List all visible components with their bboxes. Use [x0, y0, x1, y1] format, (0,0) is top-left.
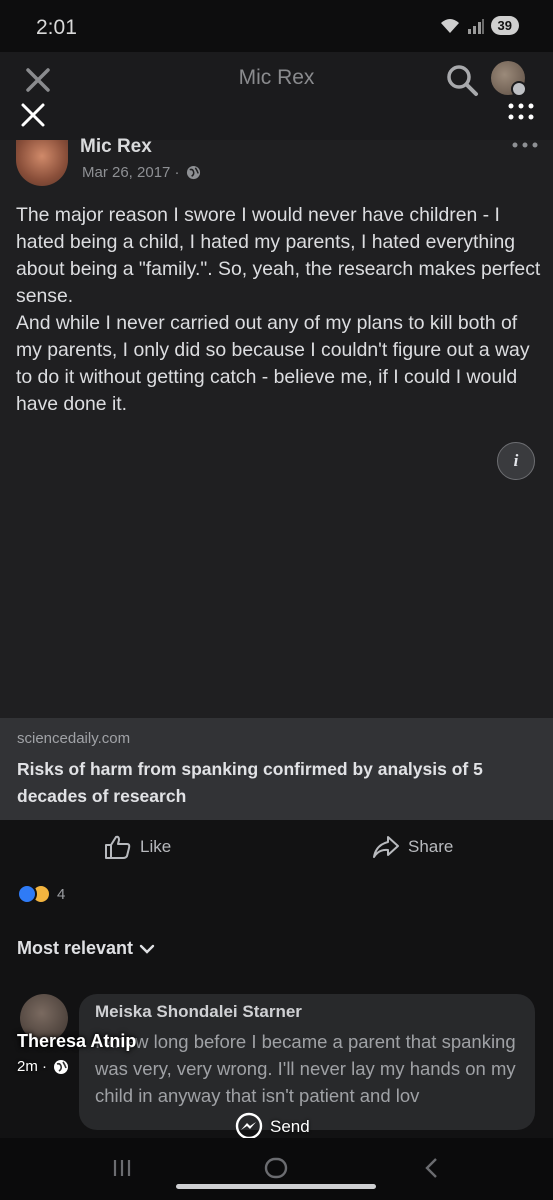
status-time: 2:01 [36, 16, 77, 39]
post-meta: Mar 26, 2017 · [82, 164, 201, 181]
chevron-down-icon [511, 81, 527, 97]
reactions-summary[interactable]: 4 [17, 884, 65, 904]
thumbs-up-icon [105, 835, 131, 859]
system-nav-bar [0, 1138, 553, 1200]
sort-label: Most relevant [17, 938, 134, 958]
share-button[interactable]: Share [372, 834, 453, 860]
screen: 2:01 39 Mic Rex Mic Rex Mar 26, 2017 · T… [0, 0, 553, 1200]
home-icon[interactable] [262, 1156, 290, 1180]
globe-icon [54, 1059, 68, 1074]
status-icons: 39 [439, 16, 519, 35]
post-text: The major reason I swore I would never h… [16, 202, 541, 418]
comment-sort[interactable]: Most relevant [17, 938, 155, 959]
back-icon[interactable] [420, 1156, 444, 1180]
search-icon[interactable] [444, 62, 480, 98]
send-label: Send [270, 1117, 310, 1136]
post: Mic Rex Mar 26, 2017 · The major reason … [0, 136, 553, 820]
like-reaction-icon [17, 884, 37, 904]
action-bar: Like Share [0, 820, 553, 876]
chevron-down-icon [139, 944, 155, 954]
story-close-icon[interactable] [18, 100, 48, 130]
link-title: Risks of harm from spanking confirmed by… [17, 759, 483, 806]
globe-icon [186, 165, 200, 180]
info-button[interactable]: i [497, 442, 535, 480]
recent-apps-icon[interactable] [110, 1156, 134, 1180]
post-paragraph: The major reason I swore I would never h… [16, 204, 541, 307]
post-paragraph: And while I never carried out any of my … [16, 312, 530, 415]
post-date[interactable]: Mar 26, 2017 · [82, 164, 180, 181]
signal-icon [467, 18, 484, 34]
comment-author[interactable]: Meiska Shondalei Starner [95, 1002, 302, 1022]
share-icon [373, 836, 399, 858]
like-button[interactable]: Like [104, 834, 171, 860]
like-label: Like [140, 837, 172, 856]
wifi-icon [440, 18, 459, 33]
status-bar: 2:01 39 [0, 0, 553, 52]
app-header: Mic Rex [0, 52, 553, 140]
battery-indicator: 39 [490, 16, 519, 35]
story-author[interactable]: Theresa Atnip [17, 1031, 136, 1052]
link-domain: sciencedaily.com [17, 730, 131, 747]
home-indicator[interactable] [176, 1184, 376, 1189]
comment-text: I knew long before I became a parent tha… [95, 1031, 516, 1106]
link-preview[interactable]: sciencedaily.com Risks of harm from span… [0, 718, 553, 820]
story-time: 2m · [17, 1058, 47, 1075]
more-options-icon[interactable] [510, 140, 540, 150]
author-name[interactable]: Mic Rex [80, 136, 152, 158]
author-avatar[interactable] [16, 140, 68, 186]
share-label: Share [408, 837, 454, 856]
comment: Meiska Shondalei Starner I knew long bef… [79, 994, 535, 1130]
reaction-count: 4 [57, 885, 66, 903]
story-more-icon[interactable] [506, 100, 536, 124]
story-meta: 2m · [17, 1058, 69, 1075]
